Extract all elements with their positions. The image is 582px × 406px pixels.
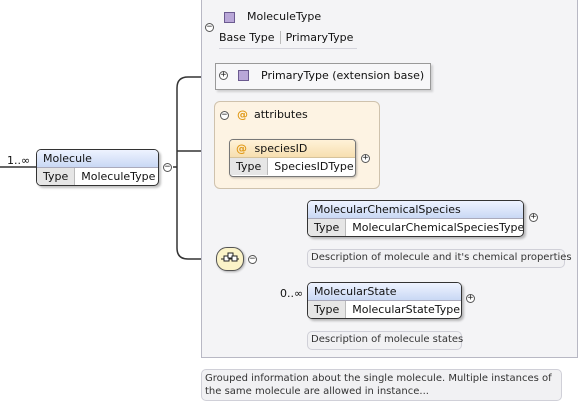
extension-type-icon <box>238 70 249 81</box>
chemical-species-doc: Description of molecule and it's chemica… <box>307 249 572 268</box>
base-type-row: Base Type PrimaryType <box>219 31 353 44</box>
expand-extension-toggle[interactable]: + <box>219 71 228 80</box>
child-type-value-2: MolecularStateType <box>352 303 461 316</box>
attribute-header: @ speciesID <box>230 140 355 158</box>
child-type-label-2: Type <box>308 301 347 318</box>
molecular-state-doc: Description of molecule states <box>307 331 463 350</box>
root-type-value: MoleculeType <box>81 170 156 183</box>
molecule-annotation: Grouped information about the single mol… <box>201 369 562 401</box>
expand-molecular-state-toggle[interactable]: + <box>466 294 475 303</box>
attributes-at-icon: @ <box>237 108 248 121</box>
child-type-row-2: Type MolecularStateType <box>308 301 461 318</box>
expand-attribute-toggle[interactable]: + <box>361 154 370 163</box>
root-cardinality: 1..∞ <box>7 154 31 167</box>
base-type-value: PrimaryType <box>285 31 354 44</box>
base-type-underline <box>219 48 357 49</box>
collapse-root-toggle[interactable]: − <box>163 163 172 172</box>
extension-label: PrimaryType (extension base) <box>261 69 425 82</box>
collapse-sequence-toggle[interactable]: − <box>248 255 257 264</box>
attribute-type-value: SpeciesIDType <box>274 160 354 173</box>
collapse-type-toggle[interactable]: − <box>205 23 214 32</box>
child-name-1: MolecularChemicalSpecies <box>308 201 523 219</box>
child-cardinality-2: 0..∞ <box>280 287 304 300</box>
sequence-icon <box>221 252 239 262</box>
root-element-name: Molecule <box>37 150 158 168</box>
child-type-row-1: Type MolecularChemicalSpeciesType <box>308 219 523 236</box>
root-type-label: Type <box>37 168 76 185</box>
attribute-speciesid[interactable]: @ speciesID Type SpeciesIDType <box>229 139 356 177</box>
attribute-name: speciesID <box>254 142 308 155</box>
sequence-compositor[interactable] <box>216 247 244 271</box>
child-name-2: MolecularState <box>308 283 461 301</box>
root-element-molecule[interactable]: Molecule Type MoleculeType <box>36 149 159 186</box>
base-type-label: Base Type <box>219 31 281 44</box>
child-type-label-1: Type <box>308 219 347 236</box>
collapse-attributes-toggle[interactable]: − <box>220 111 229 120</box>
child-type-value-1: MolecularChemicalSpeciesType <box>352 221 524 234</box>
attributes-title: attributes <box>254 108 308 121</box>
root-element-type-row: Type MoleculeType <box>37 168 158 185</box>
attribute-type-row: Type SpeciesIDType <box>230 158 355 175</box>
attribute-type-label: Type <box>230 158 269 175</box>
attribute-at-icon: @ <box>236 142 247 155</box>
element-molecular-state[interactable]: MolecularState Type MolecularStateType <box>307 282 462 319</box>
element-molecular-chemical-species[interactable]: MolecularChemicalSpecies Type MolecularC… <box>307 200 524 237</box>
complex-type-name: MoleculeType <box>247 10 322 23</box>
complex-type-icon <box>224 12 235 23</box>
expand-chemical-species-toggle[interactable]: + <box>529 213 538 222</box>
